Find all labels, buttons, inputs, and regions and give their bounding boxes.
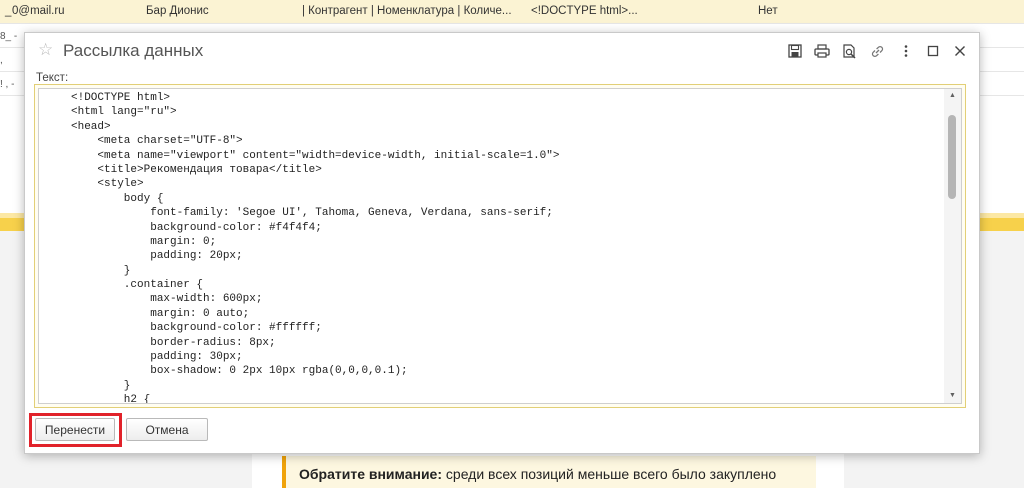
code-line: margin: 0; — [71, 235, 217, 248]
code-line: <meta charset="UTF-8"> — [71, 135, 243, 148]
dialog-header: ☆ Рассылка данных — [25, 33, 979, 69]
preview-note: Обратите внимание: среди всех позиций ме… — [282, 456, 816, 488]
code-line: <title>Рекомендация товара</title> — [71, 163, 322, 176]
code-line: .container { — [71, 279, 204, 292]
code-line: background-color: #f4f4f4; — [71, 221, 322, 234]
row-fragment: ! , - — [0, 79, 15, 90]
code-line: } — [71, 264, 131, 277]
code-line: background-color: #ffffff; — [71, 322, 322, 335]
code-line: } — [71, 379, 131, 392]
star-icon[interactable]: ☆ — [38, 41, 56, 59]
note-bold: Обратите внимание: — [299, 466, 443, 482]
code-line: font-family: 'Segoe UI', Tahoma, Geneva,… — [71, 207, 553, 220]
code-line: box-shadow: 0 2px 10px rgba(0,0,0,0.1); — [71, 365, 408, 378]
row-categories: | Контрагент | Номенклатура | Количе... — [302, 5, 512, 17]
link-icon[interactable] — [868, 42, 886, 60]
code-line: <head> — [71, 120, 111, 133]
row-email: 0@mail.ru — [12, 5, 65, 17]
code-line: <style> — [71, 178, 144, 191]
text-field-label: Текст: — [36, 72, 69, 84]
cancel-button[interactable]: Отмена — [126, 418, 208, 441]
code-line: margin: 0 auto; — [71, 307, 250, 320]
row-doctype: <!DOCTYPE html>... — [531, 5, 638, 17]
row-name: Бар Дионис — [146, 5, 209, 17]
scroll-up-icon[interactable]: ▲ — [944, 89, 961, 103]
mailing-dialog: ☆ Рассылка данных Текст: <!DOCTYPE html>… — [24, 32, 980, 454]
maximize-icon[interactable] — [924, 42, 942, 60]
code-line: border-radius: 8px; — [71, 336, 276, 349]
row-fragment: , — [0, 55, 3, 66]
code-line: max-width: 600px; — [71, 293, 263, 306]
row-fragment: _ — [5, 5, 12, 17]
code-line: padding: 30px; — [71, 351, 243, 364]
code-line: <!DOCTYPE html> — [71, 92, 171, 104]
scroll-down-icon[interactable]: ▼ — [944, 389, 961, 403]
row-flag: Нет — [758, 5, 778, 17]
code-line: padding: 20px; — [71, 250, 243, 263]
preview-icon[interactable] — [840, 42, 858, 60]
save-icon[interactable] — [786, 42, 804, 60]
transfer-button[interactable]: Перенести — [35, 418, 115, 441]
row-fragment: 8_ - — [0, 31, 18, 42]
code-line: body { — [71, 192, 164, 205]
more-icon[interactable] — [897, 42, 915, 60]
scrollbar-thumb[interactable] — [948, 115, 956, 200]
code-line: h2 { — [71, 394, 151, 403]
close-icon[interactable] — [951, 42, 969, 60]
code-content[interactable]: <!DOCTYPE html> <html lang="ru"> <head> <m… — [39, 89, 944, 403]
code-line: <meta name="viewport" content="width=dev… — [71, 149, 560, 162]
print-icon[interactable] — [813, 42, 831, 60]
table-row[interactable]: _ 0@mail.ru Бар Дионис | Контрагент | Но… — [0, 0, 1024, 24]
html-text-area[interactable]: <!DOCTYPE html> <html lang="ru"> <head> <m… — [38, 88, 962, 404]
vertical-scrollbar[interactable]: ▲ ▼ — [944, 89, 961, 403]
note-text: среди всех позиций меньше всего было зак… — [442, 466, 777, 482]
dialog-title: Рассылка данных — [63, 41, 204, 60]
code-line: <html lang="ru"> — [71, 106, 177, 119]
html-text-field[interactable]: <!DOCTYPE html> <html lang="ru"> <head> <m… — [34, 84, 966, 408]
